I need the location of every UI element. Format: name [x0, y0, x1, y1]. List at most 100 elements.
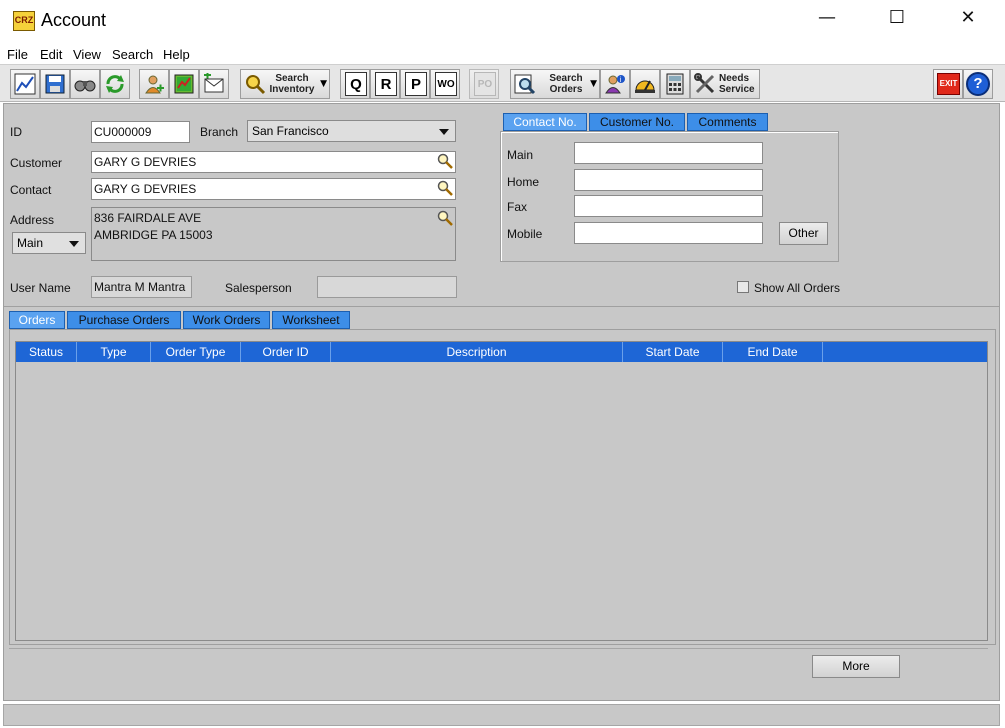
address-box[interactable]: 836 FAIRDALE AVE AMBRIDGE PA 15003	[91, 207, 456, 261]
needs-service-label-1: Needs	[719, 73, 750, 84]
customer-search-icon[interactable]	[437, 153, 453, 169]
close-button[interactable]: ✕	[945, 7, 991, 35]
menu-file[interactable]: File	[7, 47, 28, 62]
salesperson-label: Salesperson	[225, 281, 292, 295]
column-status[interactable]: Status	[16, 342, 77, 362]
address-type-select[interactable]: Main	[12, 232, 86, 254]
menu-help[interactable]: Help	[163, 47, 190, 62]
add-note-button[interactable]	[169, 69, 199, 99]
contact-label: Contact	[10, 183, 52, 197]
column-type[interactable]: Type	[77, 342, 151, 362]
save-icon	[45, 74, 65, 94]
address-line-1: 836 FAIRDALE AVE	[94, 211, 202, 225]
work-order-doc-icon: WO	[435, 72, 457, 96]
refresh-button[interactable]	[100, 69, 130, 99]
phone-mobile-field[interactable]	[574, 222, 763, 244]
tools-icon	[694, 73, 715, 94]
window-title: Account	[41, 10, 107, 30]
magnifier-icon	[246, 75, 266, 95]
add-user-icon	[145, 75, 164, 94]
gauge-button[interactable]	[630, 69, 660, 99]
exit-icon: EXIT	[937, 73, 960, 95]
purchase-button[interactable]: P	[400, 69, 430, 99]
branch-label: Branch	[200, 125, 239, 139]
search-inventory-label-2: Inventory	[269, 84, 315, 95]
search-inventory-button[interactable]: Search Inventory ▼	[240, 69, 330, 99]
app-icon: CRZ	[13, 11, 35, 31]
user-info-icon: i	[605, 75, 625, 94]
id-label: ID	[10, 125, 22, 139]
menu-bar: File Edit View Search Help	[0, 44, 1005, 64]
minimize-button[interactable]: —	[804, 7, 850, 35]
tab-worksheet[interactable]: Worksheet	[272, 311, 350, 329]
help-icon: ?	[966, 72, 990, 96]
customer-field[interactable]: GARY G DEVRIES	[91, 151, 456, 173]
search-orders-button[interactable]: Search Orders ▼	[510, 69, 600, 99]
more-button[interactable]: More	[812, 655, 900, 678]
salesperson-field[interactable]	[317, 276, 457, 298]
column-start-date[interactable]: Start Date	[623, 342, 723, 362]
contact-field[interactable]: GARY G DEVRIES	[91, 178, 456, 200]
work-order-button[interactable]: WO	[430, 69, 460, 99]
tab-comments[interactable]: Comments	[687, 113, 768, 131]
username-label: User Name	[10, 281, 71, 295]
contact-search-icon[interactable]	[437, 180, 453, 196]
add-email-button[interactable]	[199, 69, 229, 99]
po-button[interactable]: PO	[469, 69, 499, 99]
customer-label: Customer	[10, 156, 63, 170]
note-icon	[174, 74, 194, 94]
title-bar: CRZ Account — ☐ ✕	[0, 0, 1005, 44]
tab-orders[interactable]: Orders	[9, 311, 65, 329]
phone-main-field[interactable]	[574, 142, 763, 164]
refresh-icon	[106, 75, 124, 93]
column-order-type[interactable]: Order Type	[151, 342, 241, 362]
po-doc-icon: PO	[474, 72, 496, 96]
tab-purchase-orders[interactable]: Purchase Orders	[67, 311, 181, 329]
help-button[interactable]: ?	[963, 69, 993, 99]
toolbar: Search Inventory ▼ Q R P WO PO Search Or…	[0, 64, 1005, 102]
dropdown-arrow-icon[interactable]: ▼	[320, 79, 327, 89]
find-button[interactable]	[70, 69, 100, 99]
username-field: Mantra M Mantra	[91, 276, 192, 298]
dropdown-arrow-icon[interactable]: ▼	[590, 79, 597, 89]
chevron-down-icon	[69, 241, 79, 247]
branch-value: San Francisco	[252, 124, 329, 138]
tab-contact-no[interactable]: Contact No.	[503, 113, 587, 131]
needs-service-label-2: Service	[719, 84, 755, 95]
menu-view[interactable]: View	[73, 47, 101, 62]
purchase-doc-icon: P	[405, 72, 427, 96]
other-button[interactable]: Other	[779, 222, 828, 245]
needs-service-button[interactable]: Needs Service	[690, 69, 760, 99]
exit-button[interactable]: EXIT	[933, 69, 963, 99]
show-all-orders-label[interactable]: Show All Orders	[754, 281, 840, 295]
branch-select[interactable]: San Francisco	[247, 120, 456, 142]
customer-info-button[interactable]: i	[600, 69, 630, 99]
tab-customer-no[interactable]: Customer No.	[589, 113, 685, 131]
column-order-id[interactable]: Order ID	[241, 342, 331, 362]
tab-work-orders[interactable]: Work Orders	[183, 311, 270, 329]
reservation-button[interactable]: R	[370, 69, 400, 99]
column-description[interactable]: Description	[331, 342, 623, 362]
menu-edit[interactable]: Edit	[40, 47, 62, 62]
address-search-icon[interactable]	[437, 210, 453, 226]
quote-button[interactable]: Q	[340, 69, 370, 99]
orders-table-header: Status Type Order Type Order ID Descript…	[16, 342, 987, 362]
save-button[interactable]	[40, 69, 70, 99]
column-end-date[interactable]: End Date	[723, 342, 823, 362]
calculator-icon	[666, 73, 684, 95]
phone-fax-field[interactable]	[574, 195, 763, 217]
calculator-button[interactable]	[660, 69, 690, 99]
chart-tool-button[interactable]	[10, 69, 40, 99]
search-inventory-label-1: Search	[275, 73, 309, 84]
address-type-value: Main	[17, 236, 44, 250]
phone-main-label: Main	[507, 148, 534, 162]
chart-icon	[14, 73, 36, 95]
phone-home-field[interactable]	[574, 169, 763, 191]
menu-search[interactable]: Search	[112, 47, 153, 62]
add-contact-button[interactable]	[139, 69, 169, 99]
search-orders-label-2: Orders	[549, 84, 583, 95]
id-field[interactable]: CU000009	[91, 121, 190, 143]
show-all-orders-checkbox[interactable]	[737, 281, 749, 293]
orders-table[interactable]	[15, 341, 988, 641]
maximize-button[interactable]: ☐	[874, 7, 920, 35]
